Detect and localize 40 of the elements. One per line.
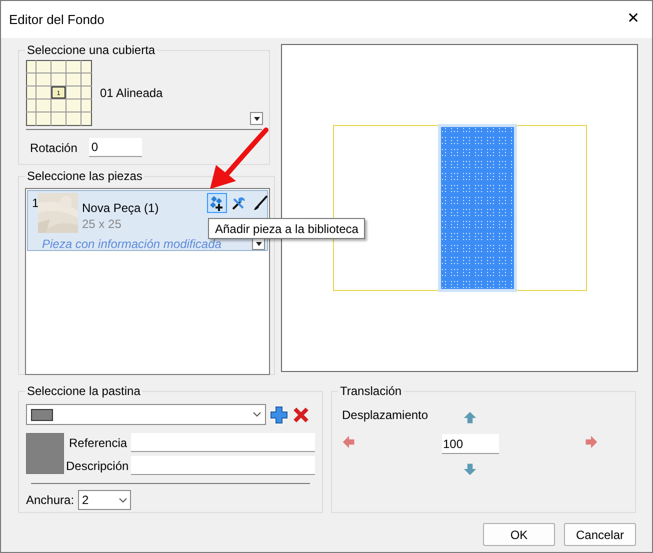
brush-icon [253,195,269,211]
tooltip: Añadir pieza a la biblioteca [208,218,366,239]
group-label: Seleccione una cubierta [25,43,158,57]
window-title: Editor del Fondo [9,10,104,29]
dialog-button[interactable]: Cancelar [564,523,636,546]
tools-icon [231,195,247,211]
tool-button[interactable] [207,193,227,213]
reference-label: Referencia [69,434,126,452]
offset-field[interactable]: 100 [442,434,499,454]
rotation-label: Rotación [30,140,78,156]
piece-index: 1 [32,195,39,212]
group-label: Translación [338,384,404,398]
group-label: Seleccione las piezas [25,169,144,183]
reference-field[interactable] [131,433,315,452]
chevron-down-icon [253,412,261,417]
description-field[interactable] [131,456,315,475]
arrow-left-icon[interactable] [342,435,356,449]
piece-note: Pieza con información modificada [42,236,222,253]
piece-name: Nova Peça (1) [82,200,159,217]
dropdown-button[interactable] [250,112,263,125]
piece-size: 25 x 25 [82,216,122,233]
description-label: Descripción [66,458,126,474]
caret-icon [254,116,260,120]
dialog-button[interactable]: OK [483,523,555,546]
tiles-plus-icon [209,195,225,211]
delete-icon[interactable] [292,406,310,424]
arrow-up-icon[interactable] [463,411,477,425]
group-label: Seleccione la pastina [25,384,142,398]
arrow-down-icon[interactable] [463,462,477,476]
width-label: Anchura: [26,492,74,509]
add-icon[interactable] [270,406,288,424]
grout-dropdown[interactable] [26,404,266,425]
rotation-field[interactable]: 0 [89,138,142,157]
offset-label: Desplazamiento [342,407,428,424]
chevron-down-icon [119,498,128,502]
cover-name: 01 Alineada [100,85,163,102]
caret-icon [256,242,262,246]
width-dropdown[interactable]: 2 [78,490,132,510]
close-button[interactable]: ✕ [627,8,640,31]
arrow-right-icon[interactable] [584,435,598,449]
